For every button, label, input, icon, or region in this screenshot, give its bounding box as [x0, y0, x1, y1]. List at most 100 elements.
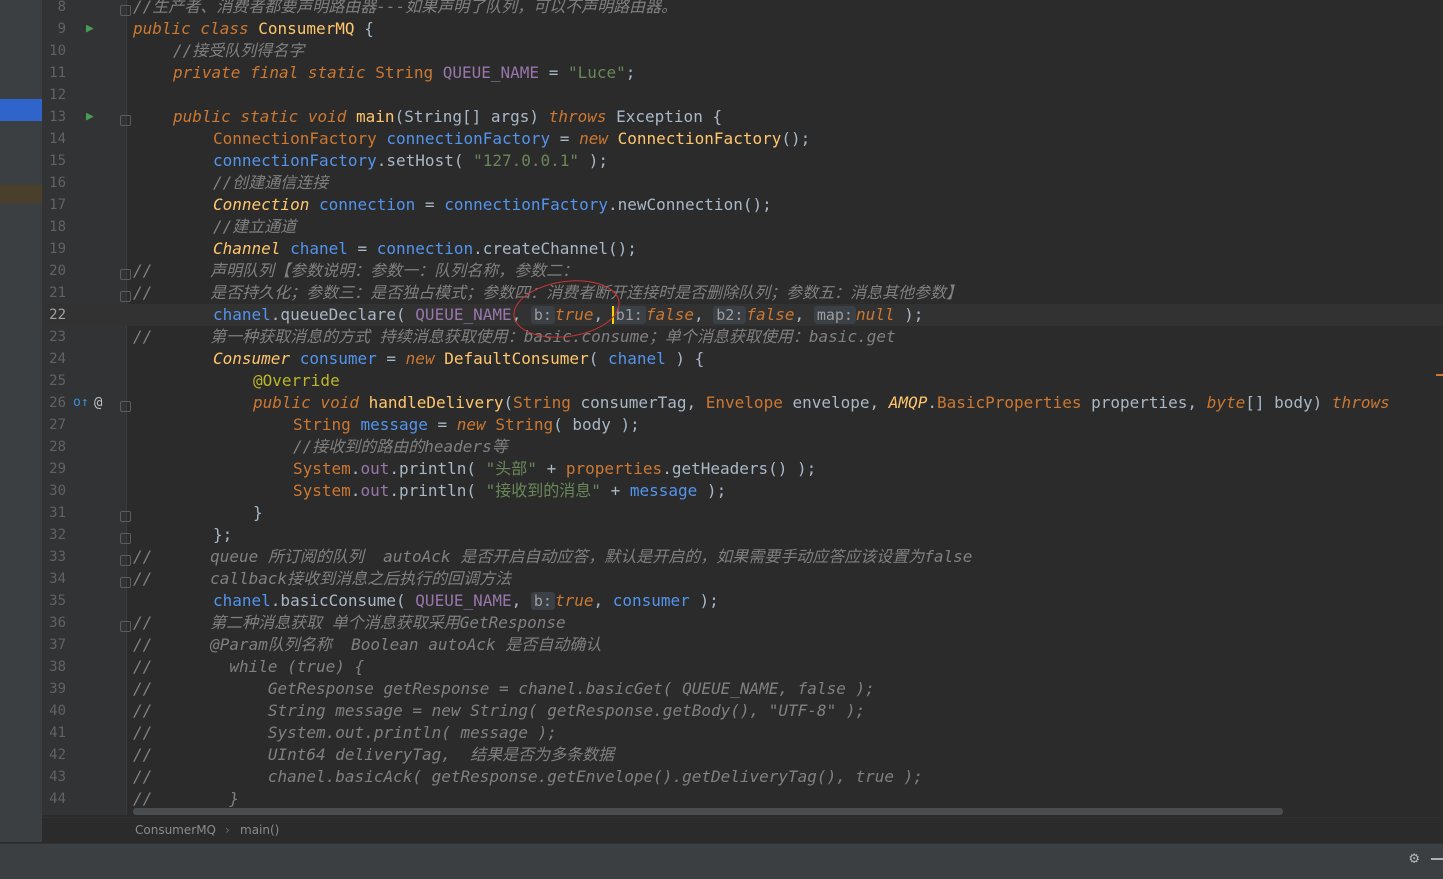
code-line-29[interactable]: System.out.println( "头部" + properties.ge… — [293, 458, 816, 480]
code-line-16[interactable]: //创建通信连接 — [213, 172, 328, 194]
line-number[interactable]: 24 — [42, 348, 66, 370]
code-line-44[interactable]: // } — [133, 788, 239, 810]
line-number[interactable]: 28 — [42, 436, 66, 458]
code-line-17[interactable]: Connection connection = connectionFactor… — [213, 194, 772, 216]
type-name: String — [375, 63, 443, 82]
code-line-36[interactable]: // 第二种消息获取 单个消息获取采用GetResponse — [133, 612, 566, 634]
line-number[interactable]: 17 — [42, 194, 66, 216]
run-icon[interactable]: ▶ — [86, 106, 94, 128]
code-line-31[interactable]: } — [253, 502, 263, 524]
variable: message — [629, 481, 698, 500]
line-number[interactable]: 31 — [42, 502, 66, 524]
line-number[interactable]: 20 — [42, 260, 66, 282]
line-number[interactable]: 26 — [42, 392, 66, 414]
code-line-8[interactable]: //生产者、消费者都要声明路由器---如果声明了队列，可以不声明路由器。 — [133, 0, 677, 18]
code-line-18[interactable]: //建立通道 — [213, 216, 296, 238]
line-number[interactable]: 37 — [42, 634, 66, 656]
line-number[interactable]: 34 — [42, 568, 66, 590]
fold-icon[interactable] — [120, 577, 131, 588]
code-line-40[interactable]: // String message = new String( getRespo… — [133, 700, 865, 722]
code-line-42[interactable]: // UInt64 deliveryTag, 结果是否为多条数据 — [133, 744, 614, 766]
breadcrumb-class[interactable]: ConsumerMQ — [135, 823, 216, 837]
code-line-30[interactable]: System.out.println( "接收到的消息" + message )… — [293, 480, 726, 502]
minimize-icon[interactable] — [1431, 858, 1443, 860]
line-number[interactable]: 10 — [42, 40, 66, 62]
line-number[interactable]: 14 — [42, 128, 66, 150]
line-number[interactable]: 18 — [42, 216, 66, 238]
line-number[interactable]: 36 — [42, 612, 66, 634]
code-line-35[interactable]: chanel.basicConsume( QUEUE_NAME, b: true,… — [213, 590, 719, 612]
code-line-13[interactable]: public static void main(String[] args) t… — [173, 106, 722, 128]
code-line-9[interactable]: public class ConsumerMQ { — [133, 18, 374, 40]
code-line-14[interactable]: ConnectionFactory connectionFactory = ne… — [213, 128, 810, 150]
code-text: = — [347, 239, 377, 258]
fold-icon[interactable] — [120, 5, 131, 16]
line-number[interactable]: 41 — [42, 722, 66, 744]
code-line-28[interactable]: //接收到的路由的headers等 — [293, 436, 508, 458]
code-line-25[interactable]: @Override — [253, 370, 340, 392]
line-number[interactable]: 32 — [42, 524, 66, 546]
fold-icon[interactable] — [120, 115, 131, 126]
code-line-23[interactable]: // 第一种获取消息的方式 持续消息获取使用：basic.consume；单个消… — [133, 326, 896, 348]
code-line-15[interactable]: connectionFactory.setHost( "127.0.0.1" )… — [213, 150, 608, 172]
code-line-37[interactable]: // @Param队列名称 Boolean autoAck 是否自动确认 — [133, 634, 601, 656]
fold-icon[interactable] — [120, 269, 131, 280]
line-number[interactable]: 30 — [42, 480, 66, 502]
code-line-19[interactable]: Channel chanel = connection.createChanne… — [213, 238, 637, 260]
gear-icon[interactable]: ⚙ — [1409, 848, 1419, 867]
annotation-icon[interactable]: @ — [94, 392, 102, 414]
line-number[interactable]: 44 — [42, 788, 66, 810]
line-number[interactable]: 43 — [42, 766, 66, 788]
code-line-43[interactable]: // chanel.basicAck( getResponse.getEnvel… — [133, 766, 923, 788]
string-literal: "头部" — [485, 459, 537, 478]
line-number[interactable]: 40 — [42, 700, 66, 722]
line-number[interactable]: 42 — [42, 744, 66, 766]
override-method-icon[interactable]: o↑ — [73, 392, 89, 414]
comment-text: while (true) { — [152, 657, 365, 676]
code-line-34[interactable]: // callback接收到消息之后执行的回调方法 — [133, 568, 511, 590]
fold-icon[interactable] — [120, 511, 131, 522]
line-number[interactable]: 22 — [42, 304, 66, 326]
line-number[interactable]: 23 — [42, 326, 66, 348]
code-line-32[interactable]: }; — [213, 524, 232, 546]
line-number[interactable]: 12 — [42, 84, 66, 106]
comment-text: // — [133, 789, 153, 808]
fold-icon[interactable] — [120, 555, 131, 566]
code-line-11[interactable]: private final static String QUEUE_NAME =… — [173, 62, 635, 84]
line-number[interactable]: 19 — [42, 238, 66, 260]
line-number[interactable]: 25 — [42, 370, 66, 392]
comment-text: //创建通信连接 — [213, 173, 329, 192]
code-line-41[interactable]: // System.out.println( message ); — [133, 722, 557, 744]
line-number[interactable]: 21 — [42, 282, 66, 304]
breadcrumb-method[interactable]: main() — [240, 823, 279, 837]
line-number[interactable]: 15 — [42, 150, 66, 172]
error-stripe-mark[interactable] — [1436, 374, 1443, 376]
parameter-hint: b2: — [713, 306, 747, 324]
line-number[interactable]: 29 — [42, 458, 66, 480]
code-line-10[interactable]: //接受队列得名字 — [173, 40, 304, 62]
line-number[interactable]: 27 — [42, 414, 66, 436]
code-line-27[interactable]: String message = new String( body ); — [293, 414, 640, 436]
fold-icon[interactable] — [120, 401, 131, 412]
code-line-26[interactable]: public void handleDelivery(String consum… — [253, 392, 1390, 414]
code-line-24[interactable]: Consumer consumer = new DefaultConsumer(… — [213, 348, 704, 370]
type-name: String — [513, 393, 581, 412]
line-number[interactable]: 33 — [42, 546, 66, 568]
horizontal-scrollbar[interactable] — [133, 808, 1283, 815]
line-number[interactable]: 13 — [42, 106, 66, 128]
line-number[interactable]: 35 — [42, 590, 66, 612]
line-number[interactable]: 39 — [42, 678, 66, 700]
fold-icon[interactable] — [120, 621, 131, 632]
line-number[interactable]: 9 — [42, 18, 66, 40]
line-number[interactable]: 8 — [42, 0, 66, 18]
run-icon[interactable]: ▶ — [86, 18, 94, 40]
code-line-20[interactable]: // 声明队列【参数说明：参数一：队列名称，参数二： — [133, 260, 578, 282]
fold-icon[interactable] — [120, 291, 131, 302]
line-number[interactable]: 38 — [42, 656, 66, 678]
code-line-38[interactable]: // while (true) { — [133, 656, 364, 678]
line-number[interactable]: 11 — [42, 62, 66, 84]
line-number[interactable]: 16 — [42, 172, 66, 194]
code-line-33[interactable]: // queue 所订阅的队列 autoAck 是否开启自动应答，默认是开启的，… — [133, 546, 972, 568]
code-line-39[interactable]: // GetResponse getResponse = chanel.basi… — [133, 678, 875, 700]
fold-icon[interactable] — [120, 533, 131, 544]
